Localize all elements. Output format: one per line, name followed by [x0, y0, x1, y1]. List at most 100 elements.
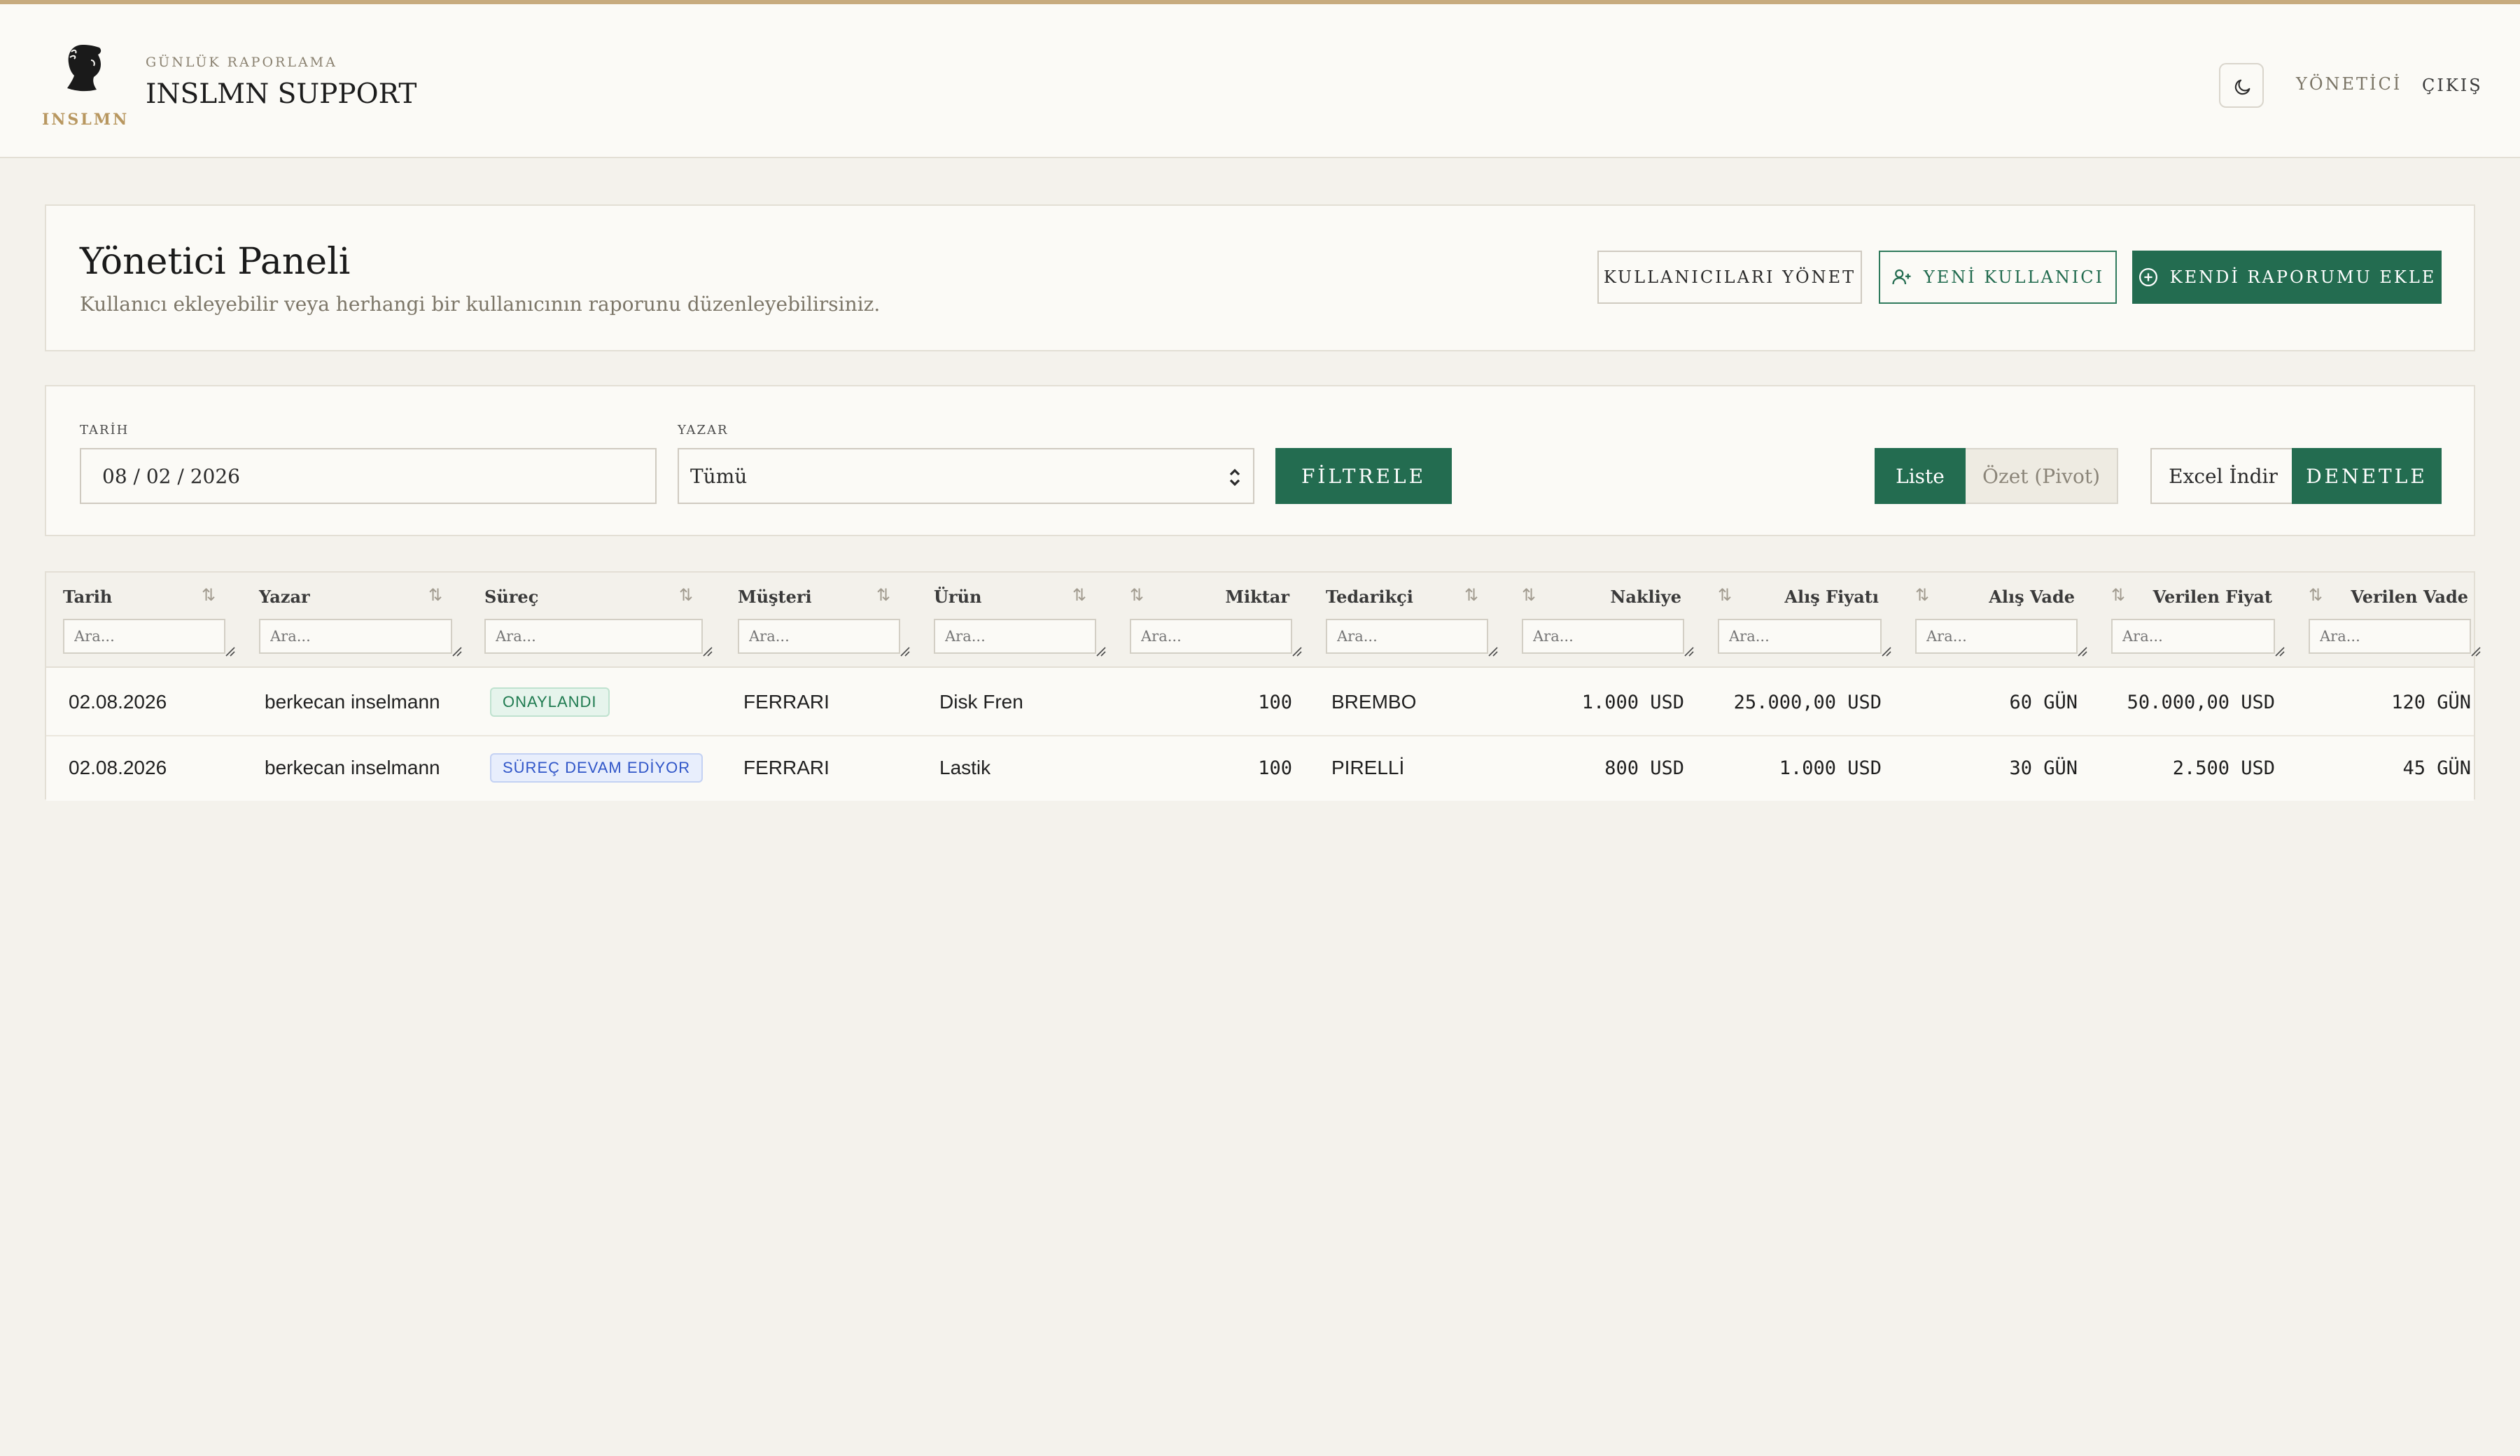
resize-handle-icon[interactable] [224, 645, 235, 657]
column-search-input[interactable] [2111, 619, 2275, 654]
filter-button[interactable]: FİLTRELE [1275, 448, 1452, 504]
cell-offered-price: 2.500 USD [2117, 735, 2275, 801]
cell-text: 800 USD [1604, 757, 1684, 779]
resize-handle-icon[interactable] [1095, 645, 1106, 657]
column-header-offered-term[interactable]: Verilen Vade ⇅ [2309, 573, 2481, 668]
column-header-quantity[interactable]: Miktar ⇅ [1130, 573, 1302, 668]
manage-users-label: KULLANICILARI YÖNET [1603, 267, 1856, 287]
reports-table: Tarih⇅Yazar⇅Süreç⇅Müşteri⇅Ürün⇅Miktar⇅Te… [45, 571, 2481, 801]
excel-download-button[interactable]: Excel İndir [2150, 448, 2296, 504]
column-search-input[interactable] [1915, 619, 2078, 654]
resize-handle-icon[interactable] [1683, 645, 1694, 657]
column-header-date[interactable]: Tarih ⇅ [63, 573, 235, 668]
sort-icon[interactable]: ⇅ [679, 585, 693, 605]
table-row[interactable]: 02.08.2026 berkecan inselmann ONAYLANDI FER… [46, 669, 2474, 735]
column-header-customer[interactable]: Müşteri ⇅ [738, 573, 910, 668]
column-search-input[interactable] [2309, 619, 2471, 654]
add-my-report-button[interactable]: KENDİ RAPORUMU EKLE [2132, 251, 2442, 304]
resize-handle-icon[interactable] [899, 645, 910, 657]
cell-text: Disk Fren [939, 691, 1023, 713]
cell-customer: FERRARI [743, 669, 900, 735]
cell-text: 30 GÜN [2009, 757, 2078, 779]
column-search-input[interactable] [1718, 619, 1882, 654]
resize-handle-icon[interactable] [451, 645, 462, 657]
sort-icon[interactable]: ⇅ [1522, 585, 1536, 605]
resize-handle-icon[interactable] [2076, 645, 2087, 657]
cell-shipping: 1.000 USD [1527, 669, 1684, 735]
author-label: YAZAR [678, 423, 729, 438]
brand-logo[interactable]: INSLMN [42, 38, 130, 136]
column-header-purchase-term[interactable]: Alış Vade ⇅ [1915, 573, 2087, 668]
cell-purchase-term: 30 GÜN [1921, 735, 2078, 801]
column-label: Süreç [484, 587, 539, 607]
cell-text: berkecan inselmann [265, 757, 440, 778]
column-search-input[interactable] [484, 619, 703, 654]
theme-toggle-button[interactable] [2219, 63, 2264, 108]
cell-status: ONAYLANDI [490, 669, 703, 735]
column-header-shipping[interactable]: Nakliye ⇅ [1522, 573, 1694, 668]
manage-users-button[interactable]: KULLANICILARI YÖNET [1597, 251, 1862, 304]
cell-text: BREMBO [1331, 691, 1417, 713]
logo-text: INSLMN [42, 111, 130, 129]
column-search-input[interactable] [1130, 619, 1292, 654]
cell-date: 02.08.2026 [69, 669, 225, 735]
resize-handle-icon[interactable] [2274, 645, 2285, 657]
cell-text: 100 [1258, 757, 1292, 779]
resize-handle-icon[interactable] [1487, 645, 1498, 657]
cell-author: berkecan inselmann [265, 669, 452, 735]
new-user-label: YENİ KULLANICI [1923, 267, 2105, 287]
column-label: Tarih [63, 587, 113, 607]
nav-exit-link[interactable]: ÇIKIŞ [2422, 76, 2483, 95]
author-select[interactable]: Tümü [678, 448, 1254, 504]
cell-text: 45 GÜN [2402, 757, 2471, 779]
sort-icon[interactable]: ⇅ [1072, 585, 1086, 605]
view-list-tab[interactable]: Liste [1875, 448, 1966, 504]
column-header-author[interactable]: Yazar ⇅ [259, 573, 462, 668]
column-search-input[interactable] [738, 619, 900, 654]
audit-button[interactable]: DENETLE [2292, 448, 2442, 504]
resize-handle-icon[interactable] [2470, 645, 2481, 657]
app-header: INSLMN GÜNLÜK RAPORLAMA INSLMN SUPPORT Y… [0, 4, 2520, 158]
column-header-purchase-price[interactable]: Alış Fiyatı ⇅ [1718, 573, 1891, 668]
column-header-offered-price[interactable]: Verilen Fiyat ⇅ [2111, 573, 2285, 668]
cell-supplier: PIRELLİ [1331, 735, 1488, 801]
column-search-input[interactable] [63, 619, 225, 654]
column-search-input[interactable] [934, 619, 1096, 654]
date-input[interactable]: 08 / 02 / 2026 [80, 448, 657, 504]
view-pivot-tab[interactable]: Özet (Pivot) [1966, 448, 2118, 504]
sort-icon[interactable]: ⇅ [2309, 585, 2323, 605]
column-header-status[interactable]: Süreç ⇅ [484, 573, 713, 668]
sort-icon[interactable]: ⇅ [1718, 585, 1732, 605]
column-search-input[interactable] [259, 619, 452, 654]
cell-text: 02.08.2026 [69, 691, 167, 713]
cell-text: 1.000 USD [1779, 757, 1882, 779]
column-header-supplier[interactable]: Tedarikçi ⇅ [1326, 573, 1498, 668]
table-row[interactable]: 02.08.2026 berkecan inselmann SÜREÇ DEVAM … [46, 735, 2474, 801]
nav-admin-link[interactable]: YÖNETİCİ [2296, 74, 2402, 94]
sort-icon[interactable]: ⇅ [2111, 585, 2125, 605]
sort-icon[interactable]: ⇅ [202, 585, 216, 605]
author-value: Tümü [690, 464, 748, 488]
resize-handle-icon[interactable] [1880, 645, 1891, 657]
resize-handle-icon[interactable] [1291, 645, 1302, 657]
sort-icon[interactable]: ⇅ [428, 585, 442, 605]
sort-icon[interactable]: ⇅ [1915, 585, 1929, 605]
cell-offered-price: 50.000,00 USD [2117, 669, 2275, 735]
audit-label: DENETLE [2306, 464, 2428, 488]
date-label: TARİH [80, 423, 130, 438]
cell-text: 50.000,00 USD [2127, 691, 2275, 713]
page-subtitle: Kullanıcı ekleyebilir veya herhangi bir … [80, 293, 881, 316]
cell-text: 02.08.2026 [69, 757, 167, 778]
column-search-input[interactable] [1326, 619, 1488, 654]
sort-icon[interactable]: ⇅ [1464, 585, 1478, 605]
resize-handle-icon[interactable] [701, 645, 713, 657]
column-label: Müşteri [738, 587, 812, 607]
sort-icon[interactable]: ⇅ [1130, 585, 1144, 605]
table-header: Tarih⇅Yazar⇅Süreç⇅Müşteri⇅Ürün⇅Miktar⇅Te… [46, 573, 2481, 668]
column-label: Miktar [1225, 587, 1289, 607]
cell-text: 25.000,00 USD [1733, 691, 1882, 713]
new-user-button[interactable]: YENİ KULLANICI [1879, 251, 2117, 304]
sort-icon[interactable]: ⇅ [876, 585, 890, 605]
column-search-input[interactable] [1522, 619, 1684, 654]
column-header-product[interactable]: Ürün ⇅ [934, 573, 1106, 668]
